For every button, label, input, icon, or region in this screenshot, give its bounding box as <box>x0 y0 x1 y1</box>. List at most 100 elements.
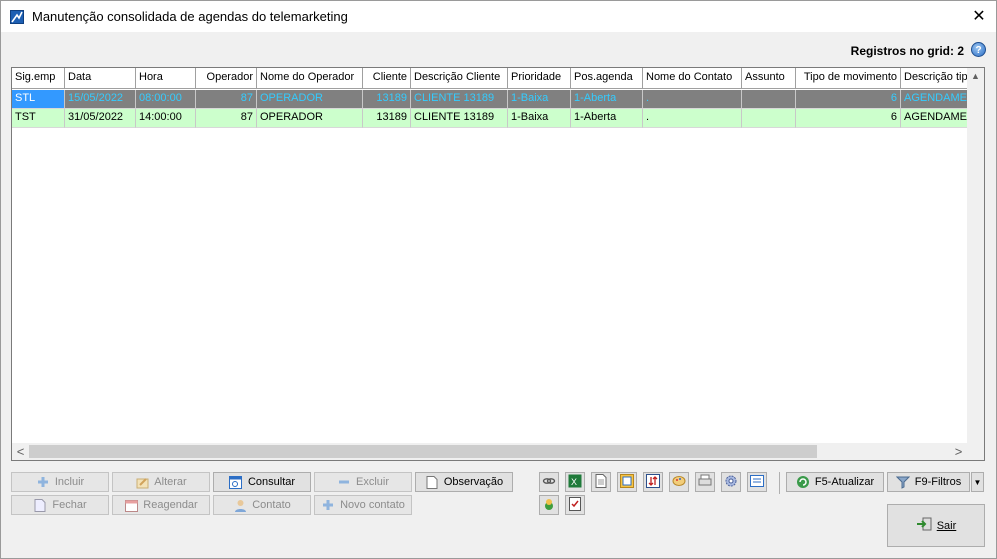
table-cell[interactable]: TST <box>12 109 65 128</box>
novo-contato-button[interactable]: Novo contato <box>314 495 412 515</box>
scroll-left-arrow[interactable]: < <box>12 443 29 460</box>
column-header[interactable]: Data <box>65 68 136 89</box>
table-cell[interactable]: . <box>643 90 742 109</box>
filtros-button[interactable]: F9-Filtros <box>887 472 970 492</box>
checklist-button[interactable] <box>565 495 585 515</box>
calendar-icon <box>124 498 138 512</box>
table-cell[interactable]: AGENDAMENTO <box>901 90 969 109</box>
close-document-icon <box>33 498 47 512</box>
column-header[interactable]: Pos.agenda <box>571 68 643 89</box>
link-icon <box>542 474 556 491</box>
incluir-label: Incluir <box>54 476 85 488</box>
column-header[interactable]: Cliente <box>363 68 411 89</box>
table-cell[interactable]: OPERADOR <box>257 90 363 109</box>
grid-count-label: Registros no grid: 2 <box>850 44 964 58</box>
window-title: Manutenção consolidada de agendas do tel… <box>32 9 348 24</box>
note-icon <box>425 475 439 489</box>
close-button[interactable]: ✕ <box>966 4 992 28</box>
table-cell[interactable]: 08:00:00 <box>136 90 196 109</box>
print-button[interactable] <box>695 472 715 492</box>
excel-icon: X <box>568 474 582 491</box>
edit-icon <box>135 475 149 489</box>
table-cell[interactable]: 6 <box>796 109 901 128</box>
person-icon <box>233 498 247 512</box>
settings-icon <box>724 474 738 491</box>
table-cell[interactable]: 1-Aberta <box>571 109 643 128</box>
plus-icon <box>321 498 335 512</box>
help-icon[interactable]: ? <box>971 42 986 57</box>
contato-button[interactable]: Contato <box>213 495 311 515</box>
column-header[interactable]: Tipo de movimento <box>796 68 901 89</box>
table-cell[interactable]: 1-Aberta <box>571 90 643 109</box>
filtros-dropdown-button[interactable]: ▼ <box>971 472 984 492</box>
sort-button[interactable] <box>643 472 663 492</box>
print-icon <box>698 474 712 491</box>
table-cell[interactable]: OPERADOR <box>257 109 363 128</box>
money-button[interactable] <box>539 495 559 515</box>
search-window-icon <box>229 475 243 489</box>
sair-button[interactable]: Sair <box>887 504 985 547</box>
table-cell[interactable]: 87 <box>196 90 257 109</box>
table-cell[interactable] <box>742 109 796 128</box>
table-cell[interactable]: 15/05/2022 <box>65 90 136 109</box>
atualizar-label: F5-Atualizar <box>814 476 875 488</box>
fechar-button[interactable]: Fechar <box>11 495 109 515</box>
table-cell[interactable]: 13189 <box>363 109 411 128</box>
table-cell[interactable]: 14:00:00 <box>136 109 196 128</box>
document-button[interactable] <box>591 472 611 492</box>
table-row[interactable]: STL 15/05/2022 08:00:00 87 OPERADOR 1318… <box>12 90 969 109</box>
table-cell[interactable]: 1-Baixa <box>508 109 571 128</box>
table-cell[interactable]: . <box>643 109 742 128</box>
fechar-label: Fechar <box>52 499 87 511</box>
table-cell[interactable] <box>742 90 796 109</box>
table-cell[interactable]: 1-Baixa <box>508 90 571 109</box>
alterar-button[interactable]: Alterar <box>112 472 210 492</box>
report-button[interactable] <box>617 472 637 492</box>
scroll-up-arrow[interactable]: ▲ <box>967 68 984 85</box>
observacao-button[interactable]: Observação <box>415 472 513 492</box>
table-cell[interactable]: 13189 <box>363 90 411 109</box>
toolbar-separator <box>779 472 780 494</box>
scroll-right-arrow[interactable]: > <box>950 443 967 460</box>
consultar-button[interactable]: Consultar <box>213 472 311 492</box>
excluir-button[interactable]: Excluir <box>314 472 412 492</box>
column-header[interactable]: Sig.emp <box>12 68 65 89</box>
table-cell[interactable]: CLIENTE 13189 <box>411 109 508 128</box>
table-cell[interactable]: 31/05/2022 <box>65 109 136 128</box>
report-icon <box>620 473 634 491</box>
link-button[interactable] <box>539 472 559 492</box>
table-cell[interactable]: CLIENTE 13189 <box>411 90 508 109</box>
incluir-button[interactable]: Incluir <box>11 472 109 492</box>
table-cell[interactable]: AGENDAMENTO <box>901 109 969 128</box>
vertical-scrollbar[interactable]: ▲ <box>967 68 984 444</box>
table-row[interactable]: TST 31/05/2022 14:00:00 87 OPERADOR 1318… <box>12 109 969 128</box>
column-header[interactable]: Assunto <box>742 68 796 89</box>
exit-icon <box>916 517 932 534</box>
column-header[interactable]: Operador <box>196 68 257 89</box>
column-header[interactable]: Descrição Cliente <box>411 68 508 89</box>
layout-button[interactable] <box>747 472 767 492</box>
filtros-label: F9-Filtros <box>914 476 962 488</box>
agenda-grid[interactable]: Sig.emp Data Hora Operador Nome do Opera… <box>11 67 985 461</box>
minus-icon <box>337 475 351 489</box>
column-header[interactable]: Nome do Operador <box>257 68 363 89</box>
table-cell[interactable]: 6 <box>796 90 901 109</box>
excel-button[interactable]: X <box>565 472 585 492</box>
palette-button[interactable] <box>669 472 689 492</box>
column-header[interactable]: Prioridade <box>508 68 571 89</box>
document-icon <box>595 473 607 491</box>
column-header[interactable]: Nome do Contato <box>643 68 742 89</box>
table-cell[interactable]: 87 <box>196 109 257 128</box>
sair-label: Sair <box>936 519 957 532</box>
palette-icon <box>672 474 686 491</box>
reagendar-button[interactable]: Reagendar <box>112 495 210 515</box>
scrollbar-thumb[interactable] <box>29 445 817 458</box>
horizontal-scrollbar[interactable]: < > <box>12 443 984 460</box>
settings-button[interactable] <box>721 472 741 492</box>
column-header[interactable]: Hora <box>136 68 196 89</box>
column-header[interactable]: Descrição tipo <box>901 68 969 89</box>
atualizar-button[interactable]: F5-Atualizar <box>786 472 884 492</box>
title-bar: Manutenção consolidada de agendas do tel… <box>1 1 996 32</box>
table-cell[interactable]: STL <box>12 90 65 109</box>
sort-icon <box>646 473 660 491</box>
